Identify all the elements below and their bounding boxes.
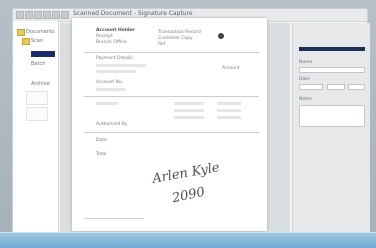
line-authorized-by: Authorized By xyxy=(96,122,128,127)
folder-icon xyxy=(22,38,30,45)
date-field-2[interactable] xyxy=(327,84,345,90)
page-thumbnail[interactable] xyxy=(26,91,48,105)
bank-logo-icon xyxy=(218,33,224,39)
zoom-icon[interactable] xyxy=(52,11,60,19)
header-right-line: Customer Copy xyxy=(158,36,193,41)
text-block xyxy=(174,116,204,119)
text-block xyxy=(96,70,136,73)
divider xyxy=(84,52,259,53)
divider xyxy=(84,132,259,133)
sidebar-item-documents[interactable]: Documents xyxy=(26,29,55,35)
signature-line xyxy=(84,218,144,219)
signature-secondary: 2090 xyxy=(170,184,207,207)
page-thumbnail[interactable] xyxy=(26,107,48,121)
folder-icon xyxy=(17,29,25,36)
forward-icon[interactable] xyxy=(25,11,33,19)
date-field[interactable] xyxy=(299,84,323,90)
line-amount: Amount xyxy=(222,66,240,71)
back-icon[interactable] xyxy=(16,11,24,19)
properties-panel: Name Date Notes xyxy=(292,23,370,235)
line-total: Total xyxy=(96,152,107,157)
panel-header-bar xyxy=(299,47,365,51)
text-block xyxy=(174,102,204,105)
text-block xyxy=(217,102,241,105)
text-block xyxy=(96,88,126,91)
header-right-line: Transaction Record xyxy=(158,30,201,35)
date-field-3[interactable] xyxy=(348,84,365,90)
line-date: Date xyxy=(96,138,107,143)
scanned-page: Account Holder Receipt Branch Office Tra… xyxy=(72,18,267,231)
name-label: Name xyxy=(299,60,313,65)
text-block xyxy=(217,116,241,119)
sidebar-item-selected[interactable] xyxy=(31,51,55,57)
line-account: Account No. xyxy=(96,80,124,85)
header-left-line: Account Holder xyxy=(96,28,135,33)
save-icon[interactable] xyxy=(43,11,51,19)
signature-primary: Arlen Kyle xyxy=(151,160,221,187)
text-block xyxy=(174,109,204,112)
divider xyxy=(84,96,259,97)
sidebar-item-archive[interactable]: Archive xyxy=(31,81,50,87)
sidebar-item-scan[interactable]: Scan xyxy=(31,38,43,44)
header-right-line: Ref xyxy=(158,42,166,47)
header-left-line: Receipt xyxy=(96,34,113,39)
text-block xyxy=(96,64,146,67)
text-block xyxy=(217,109,241,112)
window-title: Scanned Document - Signature Capture xyxy=(73,10,193,17)
line-payment-details: Payment Details xyxy=(96,56,133,61)
notes-box[interactable] xyxy=(299,105,365,127)
header-left-line: Branch Office xyxy=(96,40,127,45)
notes-label: Notes xyxy=(299,97,312,102)
taskbar xyxy=(0,232,376,248)
rotate-icon[interactable] xyxy=(61,11,69,19)
text-block xyxy=(96,102,118,105)
sidebar: Documents Scan Batch Archive xyxy=(13,21,59,235)
name-field[interactable] xyxy=(299,67,365,73)
sidebar-item-batch[interactable]: Batch xyxy=(31,61,45,67)
date-label: Date xyxy=(299,77,310,82)
print-icon[interactable] xyxy=(34,11,42,19)
